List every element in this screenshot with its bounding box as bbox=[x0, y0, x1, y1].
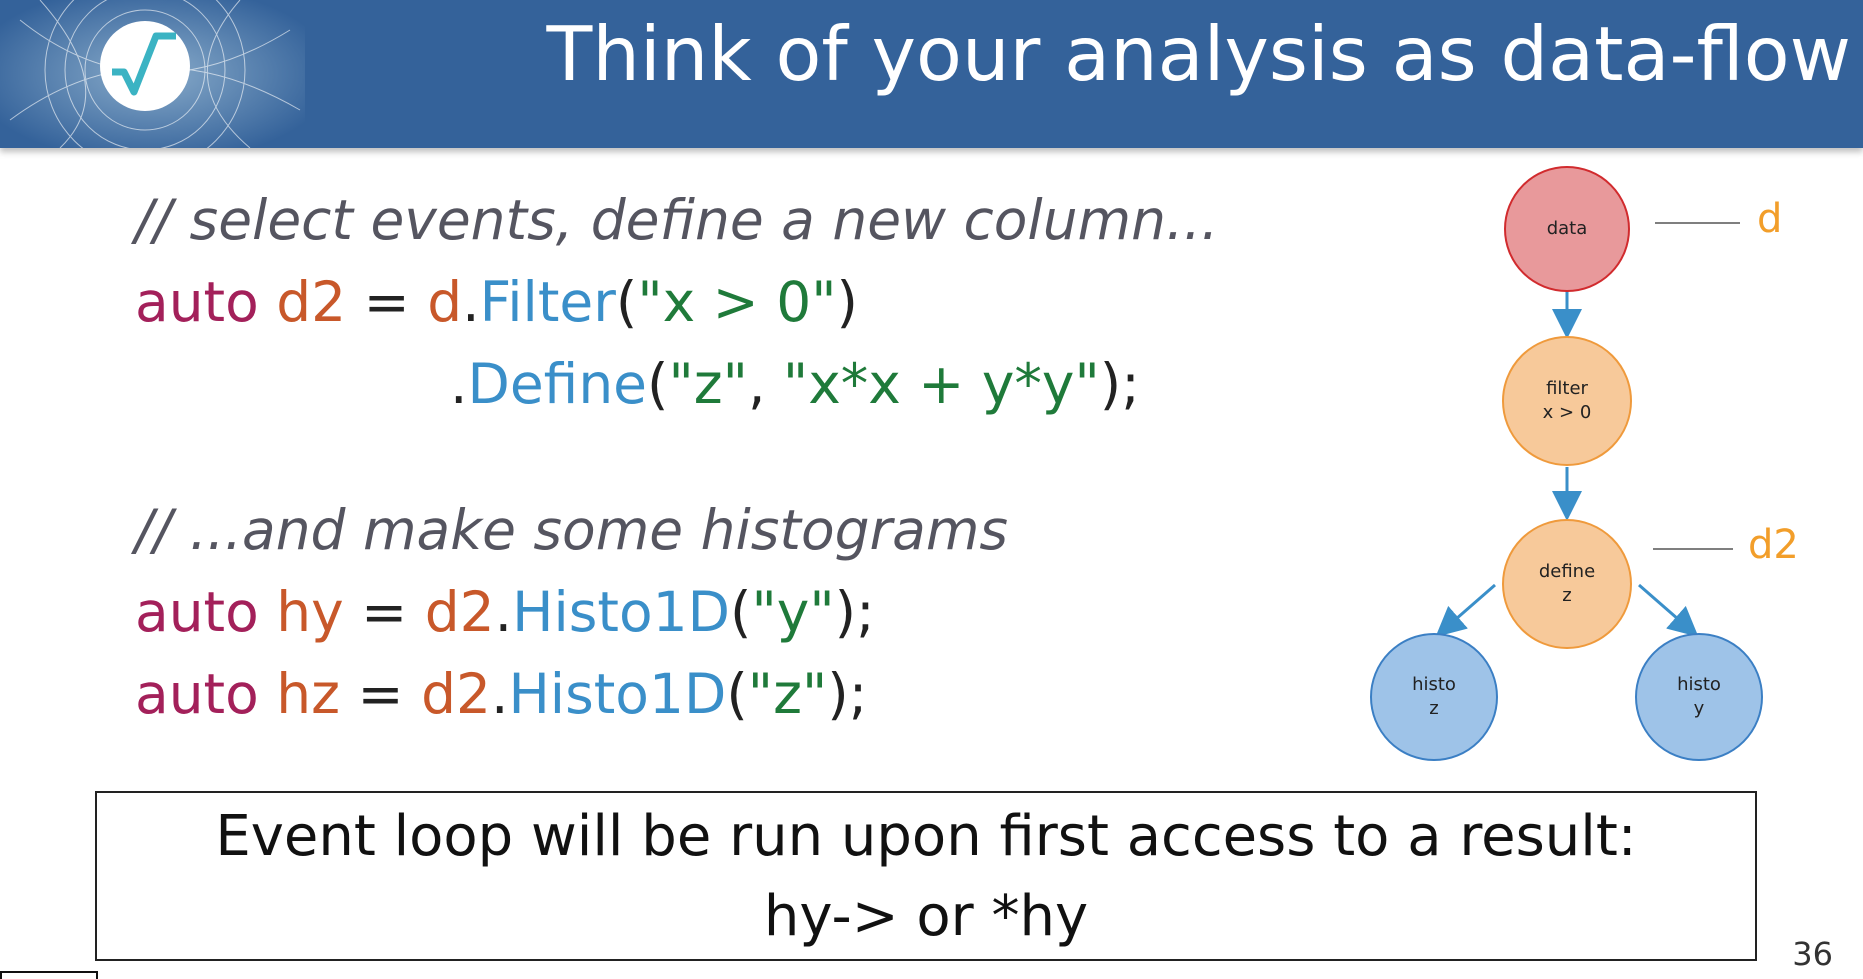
code-line-define: .Define("z", "x*x + y*y"); bbox=[450, 352, 1140, 416]
node-histo-z-label: histo z bbox=[1412, 674, 1456, 719]
note-box: Event loop will be run upon first access… bbox=[95, 791, 1757, 961]
root-logo-icon bbox=[0, 0, 305, 171]
dataflow-diagram: data filter x > 0 define z histo z histo y d… bbox=[1360, 165, 1830, 775]
slide-title: Think of your analysis as data-flow bbox=[546, 10, 1851, 98]
corner-mark bbox=[0, 971, 98, 979]
node-histo-y-label: histo y bbox=[1677, 674, 1721, 719]
edge-define-histo-y bbox=[1638, 583, 1699, 637]
code-line-comment-1: // select events, define a new column... bbox=[135, 188, 1219, 252]
edge-define-histo-z bbox=[1435, 583, 1496, 637]
page-number: 36 bbox=[1792, 935, 1833, 973]
node-filter-label: filter x > 0 bbox=[1542, 378, 1592, 423]
root-logo bbox=[0, 0, 305, 171]
slide-header: Think of your analysis as data-flow bbox=[0, 0, 1863, 171]
code-line-histo-z: auto hz = d2.Histo1D("z"); bbox=[135, 662, 868, 726]
node-define-label: define z bbox=[1538, 561, 1596, 606]
variable-label-d: d bbox=[1757, 196, 1783, 242]
note-line-2: hy-> or *hy bbox=[763, 884, 1089, 949]
code-line-histo-y: auto hy = d2.Histo1D("y"); bbox=[135, 580, 875, 644]
node-data-label: data bbox=[1546, 218, 1588, 239]
code-line-filter: auto d2 = d.Filter("x > 0") bbox=[135, 270, 858, 334]
note-line-1: Event loop will be run upon first access… bbox=[215, 804, 1637, 869]
variable-label-d2: d2 bbox=[1748, 522, 1799, 568]
code-line-comment-2: // ...and make some histograms bbox=[135, 498, 1009, 562]
